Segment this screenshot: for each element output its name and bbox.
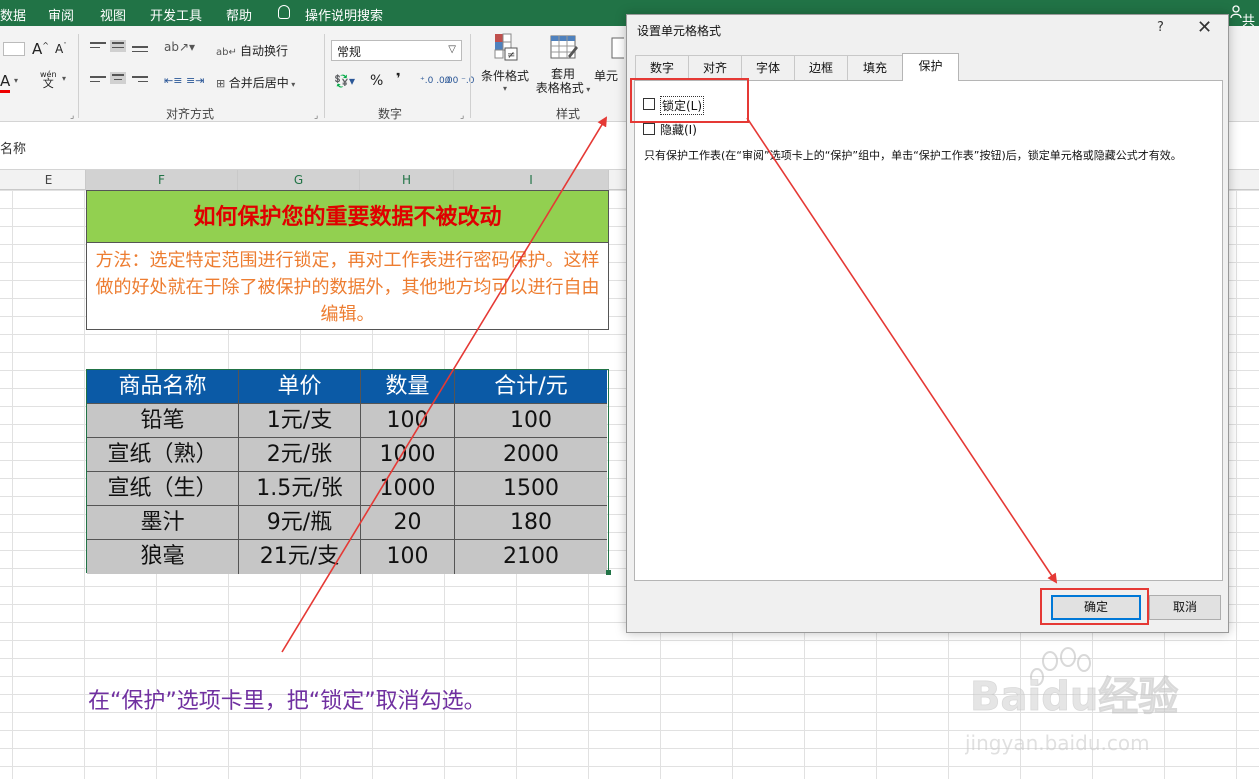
tab-protection[interactable]: 保护 [902,53,959,81]
excel-window: 数据 审阅 视图 开发工具 帮助 操作说明搜索 共 A^ Aˇ A ▾ wén 文… [0,0,1259,779]
svg-text:Baidu经验: Baidu经验 [970,674,1178,720]
baidu-paw-icon: Baidu经验 jingyan.baidu.com [964,647,1179,755]
arrow-to-locked [281,116,608,653]
svg-text:jingyan.baidu.com: jingyan.baidu.com [965,731,1150,755]
arrow-to-ok [746,117,1058,584]
baidu-watermark: Baidu经验 jingyan.baidu.com [964,645,1215,765]
